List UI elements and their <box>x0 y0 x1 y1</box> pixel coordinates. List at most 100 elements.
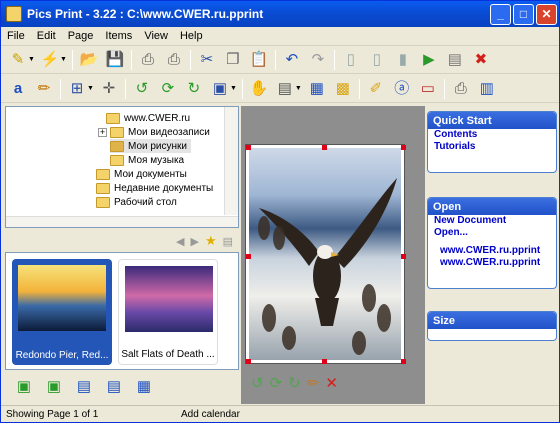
calendar-icon[interactable]: ▦ <box>306 78 328 100</box>
thumbnail-item[interactable]: Salt Flats of Death ... <box>118 259 218 365</box>
page-delete-icon[interactable]: ▤ <box>444 49 466 71</box>
minimize-button[interactable]: _ <box>490 3 511 25</box>
rotate-icon[interactable]: ⟳ <box>157 78 179 100</box>
menu-file[interactable]: File <box>1 30 31 42</box>
resize-handle[interactable] <box>401 359 406 364</box>
open-link[interactable]: Open... <box>428 227 556 239</box>
save-icon[interactable]: 💾 <box>104 49 126 71</box>
resize-handle[interactable] <box>246 145 251 150</box>
rotate-icon[interactable]: ⟳ <box>270 374 283 392</box>
recent-file-link[interactable]: www.CWER.ru.pprint <box>428 257 556 269</box>
dropdown-arrow-icon[interactable]: ▼ <box>295 85 302 92</box>
add-image-page-icon[interactable]: ▣ <box>13 375 35 397</box>
toolbar-separator <box>71 49 73 70</box>
tree-horizontal-scrollbar[interactable] <box>6 216 238 227</box>
remove-icon[interactable]: ✕ <box>325 374 338 392</box>
printer-settings-icon[interactable]: ⎙ <box>450 78 472 100</box>
menu-page[interactable]: Page <box>62 30 100 42</box>
text-tool-icon[interactable]: a <box>7 78 29 100</box>
add-all-icon[interactable]: ▤ <box>103 375 125 397</box>
menu-view[interactable]: View <box>138 30 174 42</box>
rotate-left-icon[interactable]: ↺ <box>251 374 264 392</box>
paste-icon[interactable]: 📋 <box>248 49 270 71</box>
open-header[interactable]: Open <box>428 198 556 215</box>
tree-vertical-scrollbar[interactable] <box>224 107 238 215</box>
tree-item[interactable]: Моя музыка <box>110 153 184 167</box>
new-pen-icon[interactable]: ✎ <box>7 49 29 71</box>
resize-handle[interactable] <box>322 145 327 150</box>
app-window: Pics Print - 3.22 : C:\www.CWER.ru.pprin… <box>0 0 560 423</box>
page-first-icon[interactable]: ▯ <box>340 49 362 71</box>
print-icon[interactable]: ⎙ <box>137 49 159 71</box>
note-icon[interactable]: ▩ <box>332 78 354 100</box>
delete-icon[interactable]: ✖ <box>470 49 492 71</box>
resize-handle[interactable] <box>401 254 406 259</box>
page-prev-icon[interactable]: ▯ <box>366 49 388 71</box>
edit-image-icon[interactable]: ✐ <box>365 78 387 100</box>
grid-icon[interactable]: ⊞ <box>66 78 88 100</box>
add-pages-icon[interactable]: ▤ <box>73 375 95 397</box>
folder-tree[interactable]: www.CWER.ru + Мои видеозаписи Мои рисунки… <box>5 106 239 228</box>
expand-icon[interactable]: + <box>98 127 107 137</box>
tree-item[interactable]: Мои документы <box>96 167 187 181</box>
pencil-icon[interactable]: ✏ <box>33 78 55 100</box>
add-page-icon[interactable]: ▣ <box>43 375 65 397</box>
edit-pencil-icon[interactable]: ✏ <box>307 374 320 392</box>
back-icon[interactable]: ◀ <box>176 235 184 248</box>
tree-item-selected[interactable]: Мои рисунки <box>110 139 191 153</box>
resize-handle[interactable] <box>322 359 327 364</box>
page-canvas[interactable]: ↺ ⟳ ↻ ✏ ✕ <box>241 106 425 404</box>
browser-nav: ◀ ▶ ★ ▤ <box>5 230 239 252</box>
menu-items[interactable]: Items <box>99 30 138 42</box>
zoom-page-icon[interactable]: ▤ <box>274 78 296 100</box>
rotate-right-icon[interactable]: ↻ <box>183 78 205 100</box>
toolbar-separator <box>60 78 61 99</box>
toolbar-separator <box>333 49 335 70</box>
tree-item[interactable]: Недавние документы <box>96 181 213 195</box>
quick-start-header[interactable]: Quick Start <box>428 112 556 129</box>
menu-edit[interactable]: Edit <box>31 30 62 42</box>
calendar-page-icon[interactable]: ▦ <box>133 375 155 397</box>
tree-item[interactable]: Рабочий стол <box>96 195 177 209</box>
dropdown-arrow-icon[interactable]: ▼ <box>28 56 35 63</box>
size-header[interactable]: Size <box>428 312 556 329</box>
resize-handle[interactable] <box>246 254 251 259</box>
magic-wand-icon[interactable]: ⚡ <box>39 49 61 71</box>
frame-icon[interactable]: ▭ <box>417 78 439 100</box>
menu-help[interactable]: Help <box>174 30 209 42</box>
page-last-icon[interactable]: ▶ <box>418 49 440 71</box>
open-folder-icon[interactable]: 📂 <box>78 49 100 71</box>
print-preview-icon[interactable]: ⎙ <box>163 49 185 71</box>
contents-link[interactable]: Contents <box>428 129 556 141</box>
favorites-star-icon[interactable]: ★ <box>205 233 217 249</box>
add-text-icon[interactable]: ⓐ <box>391 78 413 100</box>
rotate-right-icon[interactable]: ↻ <box>288 374 301 392</box>
cut-icon[interactable]: ✂ <box>196 49 218 71</box>
eagle-photo[interactable] <box>249 148 401 360</box>
hand-tool-icon[interactable]: ✋ <box>248 78 270 100</box>
redo-icon[interactable]: ↷ <box>307 49 329 71</box>
layer-icon[interactable]: ▣ <box>209 78 231 100</box>
copy-icon[interactable]: ❐ <box>222 49 244 71</box>
new-document-link[interactable]: New Document <box>428 215 556 227</box>
recent-file-link[interactable]: www.CWER.ru.pprint <box>428 245 556 257</box>
rotate-left-icon[interactable]: ↺ <box>131 78 153 100</box>
folder-view-icon[interactable]: ▤ <box>223 235 233 248</box>
dropdown-arrow-icon[interactable]: ▼ <box>60 56 67 63</box>
undo-icon[interactable]: ↶ <box>281 49 303 71</box>
panel-toggle-icon[interactable]: ▥ <box>476 78 498 100</box>
page-next-icon[interactable]: ▮ <box>392 49 414 71</box>
align-icon[interactable]: ✛ <box>98 78 120 100</box>
resize-handle[interactable] <box>246 359 251 364</box>
resize-handle[interactable] <box>401 145 406 150</box>
maximize-button[interactable]: □ <box>513 3 534 25</box>
tree-item[interactable]: + Мои видеозаписи <box>98 125 210 139</box>
thumbnail-item[interactable]: Redondo Pier, Red... <box>12 259 112 365</box>
forward-icon[interactable]: ▶ <box>190 235 198 248</box>
dropdown-arrow-icon[interactable]: ▼ <box>230 85 237 92</box>
close-button[interactable]: ✕ <box>536 3 557 25</box>
dropdown-arrow-icon[interactable]: ▼ <box>87 85 94 92</box>
tree-item[interactable]: www.CWER.ru <box>106 111 190 125</box>
tutorials-link[interactable]: Tutorials <box>428 141 556 153</box>
status-bar: Showing Page 1 of 1 Add calendar <box>1 405 559 422</box>
